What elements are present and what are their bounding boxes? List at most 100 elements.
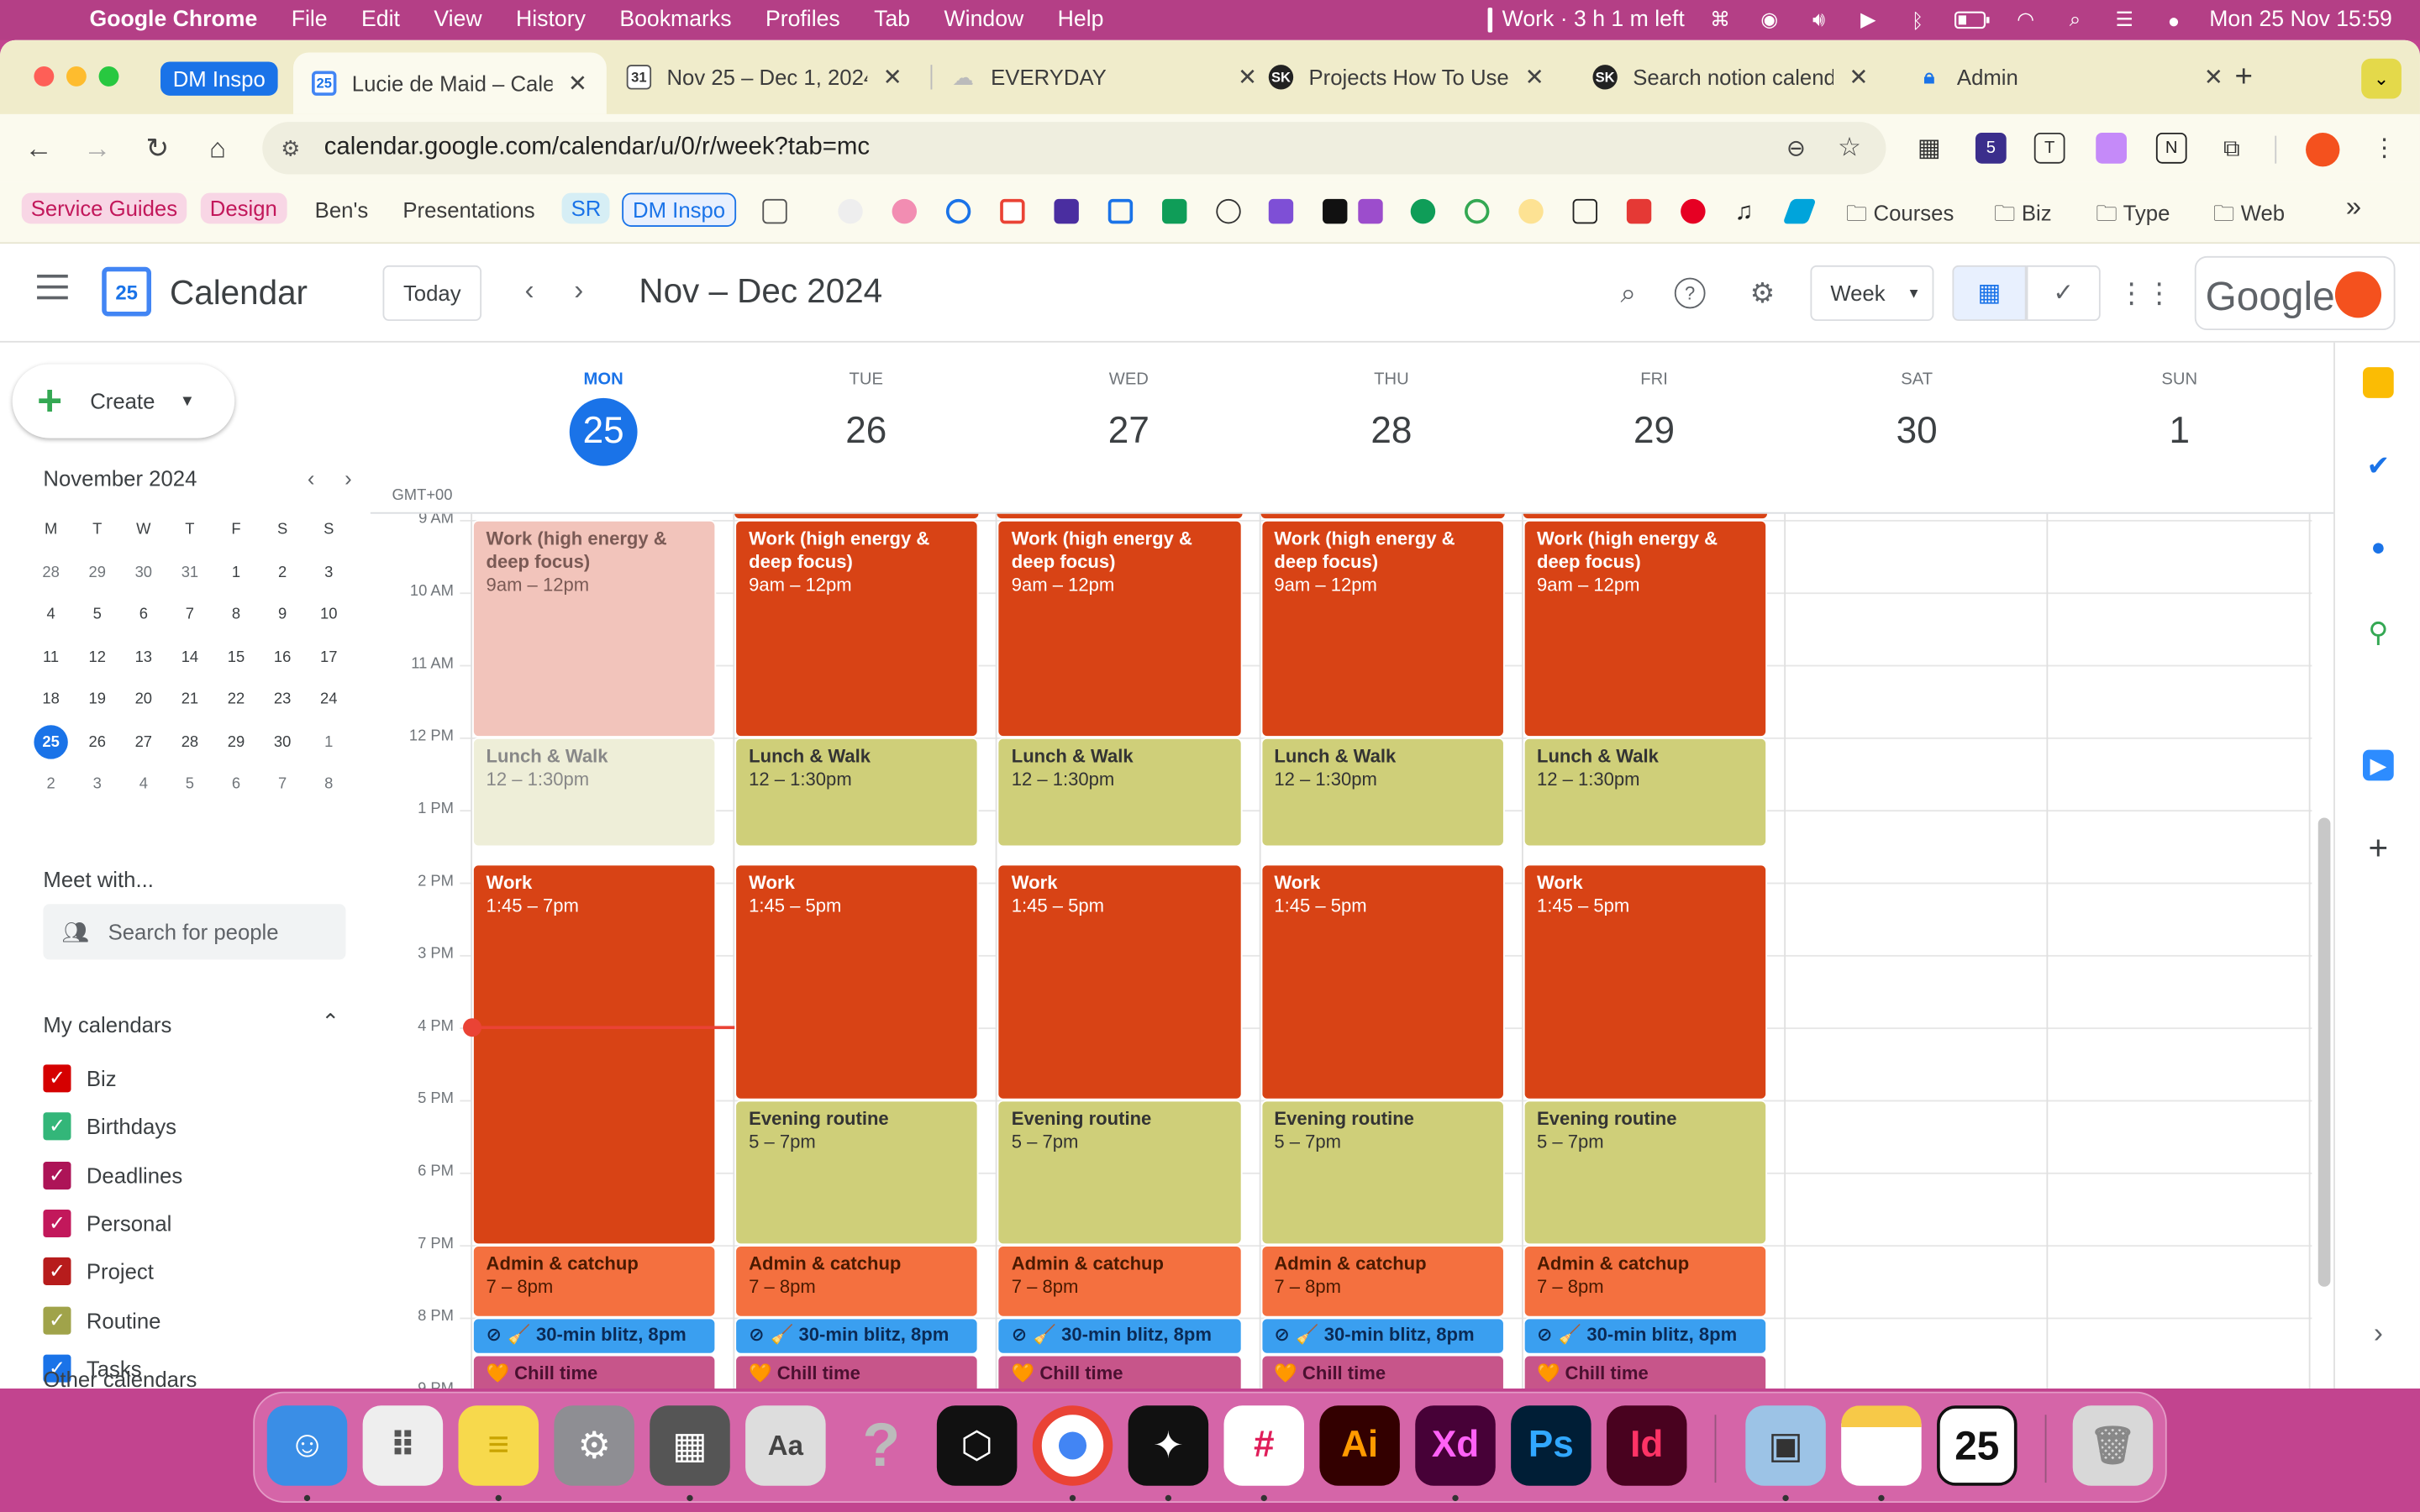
mini-day[interactable]: 6 [213, 764, 259, 806]
day-header[interactable]: WED 27 [997, 343, 1260, 466]
calendar-event[interactable]: Work 1:45 – 5pm [997, 864, 1242, 1100]
mini-day[interactable]: 3 [306, 552, 352, 595]
mini-day[interactable]: 28 [28, 552, 74, 595]
zoom-window-icon[interactable] [98, 66, 119, 87]
calendar-event[interactable]: Evening routine 5 – 7pm [997, 1100, 1242, 1246]
other-calendars-label[interactable]: Other calendars [43, 1367, 197, 1389]
mini-day[interactable]: 7 [260, 764, 306, 806]
folder-biz[interactable]: 🗀 Biz [1994, 197, 2052, 234]
calendar-checkbox[interactable]: ✓ [43, 1064, 71, 1093]
add-addon-icon[interactable]: + [2363, 828, 2394, 867]
menu-profiles[interactable]: Profiles [765, 8, 840, 32]
mini-day[interactable]: 5 [74, 594, 120, 637]
mini-prev-icon[interactable]: ‹ [308, 466, 315, 491]
photoshop-icon[interactable]: Ps [1511, 1405, 1591, 1486]
day-header[interactable]: MON 25 [472, 343, 734, 466]
calendar-event[interactable]: Evening routine 5 – 7pm [1260, 1100, 1505, 1246]
siri-icon[interactable]: ● [2160, 8, 2187, 32]
finder-icon[interactable]: ☺ [266, 1405, 348, 1486]
day-number[interactable]: 26 [735, 398, 997, 466]
blue-bookmark-icon[interactable] [1782, 198, 1817, 224]
calendar-event[interactable]: Admin & catchup 7 – 8pm [1523, 1245, 1767, 1318]
day-number[interactable]: 1 [2049, 398, 2311, 466]
calendar-event-overflow[interactable] [1523, 513, 1767, 519]
menu-app-name[interactable]: Google Chrome [90, 8, 258, 32]
zoom-icon[interactable]: ⊖ [1786, 134, 1806, 162]
mini-day[interactable]: 2 [260, 552, 306, 595]
day-header[interactable]: THU 28 [1260, 343, 1523, 466]
notion-bookmark-icon[interactable] [1572, 198, 1597, 224]
calendar-dock-icon[interactable]: 25 [1937, 1405, 2018, 1486]
mini-day[interactable]: 12 [74, 637, 120, 680]
calendar-event[interactable]: Work 1:45 – 5pm [1523, 864, 1767, 1100]
menu-view[interactable]: View [434, 8, 481, 32]
menu-history[interactable]: History [516, 8, 586, 32]
back-arrow-icon[interactable]: ← [22, 131, 55, 165]
calendar-bookmark-icon[interactable] [1107, 198, 1134, 224]
calendar-event[interactable]: Lunch & Walk 12 – 1:30pm [1523, 737, 1767, 847]
menu-help[interactable]: Help [1058, 8, 1104, 32]
calendar-event[interactable]: ⊘ 🧹 30-min blitz, 8pm [997, 1317, 1242, 1354]
w3-bookmark-icon[interactable] [1410, 198, 1436, 224]
trash-icon[interactable]: 🗑︎ [2072, 1405, 2154, 1486]
w-bookmark-icon[interactable] [1268, 198, 1294, 224]
day-number[interactable]: 29 [1523, 398, 1785, 466]
puzzle-extensions-icon[interactable]: ⧉ [2217, 133, 2248, 164]
red-bookmark-icon[interactable] [1626, 198, 1652, 224]
mini-day[interactable]: 11 [28, 637, 74, 680]
calendar-event[interactable]: Lunch & Walk 12 – 1:30pm [997, 737, 1242, 847]
mail-icon[interactable] [1054, 198, 1079, 224]
calendar-item[interactable]: ✓ Biz [43, 1064, 117, 1093]
help-viewer-icon[interactable]: ? [841, 1405, 922, 1486]
mini-day[interactable]: 15 [213, 637, 259, 680]
mini-day[interactable]: 8 [306, 764, 352, 806]
calendar-event[interactable]: Work (high energy & deep focus) 9am – 12p… [997, 519, 1242, 738]
swirl-bookmark-icon[interactable] [1465, 198, 1490, 224]
main-menu-icon[interactable] [37, 274, 68, 300]
tab-admin[interactable]: 🔒︎ Admin ✕ [1917, 52, 2223, 102]
control-center-icon[interactable]: ☰ [2111, 8, 2139, 31]
wifi-icon[interactable]: ◠ [2012, 8, 2039, 31]
search-icon[interactable]: ⌕ [1610, 275, 1647, 312]
calendar-event[interactable]: Lunch & Walk 12 – 1:30pm [472, 737, 717, 847]
mini-day[interactable]: 7 [166, 594, 213, 637]
my-calendars-header[interactable]: My calendars ⌃ [43, 1009, 345, 1037]
calendar-event[interactable]: 🧡 Chill time8:30 – 10pm [1260, 1353, 1505, 1389]
calendar-event[interactable]: Work (high energy & deep focus) 9am – 12p… [472, 519, 717, 738]
text-extension-icon[interactable]: T [2033, 132, 2065, 164]
tab-search-chevron-icon[interactable]: ⌄ [2361, 58, 2402, 99]
tab-search-notion[interactable]: SK Search notion calend ✕ [1592, 52, 1868, 102]
tab-projects[interactable]: SK Projects How To Use ✕ [1268, 52, 1544, 102]
squarespace-icon[interactable] [1216, 198, 1241, 224]
mini-day[interactable]: 16 [260, 637, 306, 680]
day-header[interactable]: SUN 1 [2049, 343, 2311, 466]
tasks-icon[interactable]: ✔ [2363, 449, 2394, 481]
indesign-icon[interactable]: Id [1607, 1405, 1687, 1486]
id-bookmark-icon[interactable] [1358, 198, 1383, 224]
mini-day[interactable]: 27 [120, 722, 166, 764]
tab-group-dm-inspo[interactable]: DM Inspo [160, 61, 278, 96]
text-bookmark-icon[interactable] [1323, 198, 1348, 224]
menu-edit[interactable]: Edit [361, 8, 400, 32]
mini-day[interactable]: 23 [260, 679, 306, 722]
mini-day[interactable]: 26 [74, 722, 120, 764]
profile-avatar[interactable] [2306, 132, 2340, 167]
close-tab-icon[interactable]: ✕ [1849, 63, 1868, 91]
mini-next-icon[interactable]: › [345, 466, 352, 491]
calendar-view-icon[interactable]: ▦ [1952, 265, 2027, 322]
settings-gear-icon[interactable]: ⚙ [1744, 275, 1781, 312]
help-icon[interactable]: ? [1674, 277, 1706, 309]
mini-day[interactable]: 8 [213, 594, 259, 637]
minimize-window-icon[interactable] [66, 66, 87, 87]
figma-icon[interactable]: ✦ [1128, 1405, 1209, 1486]
grid-scrollbar[interactable] [2317, 817, 2331, 1287]
close-tab-icon[interactable]: ✕ [883, 63, 902, 91]
calendar-item[interactable]: ✓ Deadlines [43, 1161, 182, 1189]
home-icon[interactable]: ⌂ [201, 131, 234, 165]
apps-grid-icon[interactable]: ▦ [1914, 133, 1945, 164]
close-tab-icon[interactable]: ✕ [1238, 63, 1257, 91]
folder-type[interactable]: 🗀 Type [2096, 197, 2170, 234]
new-tab-button[interactable]: + [2235, 52, 2253, 102]
bluetooth-icon[interactable]: ᛒ [1904, 8, 1932, 32]
mini-day[interactable]: 20 [120, 679, 166, 722]
